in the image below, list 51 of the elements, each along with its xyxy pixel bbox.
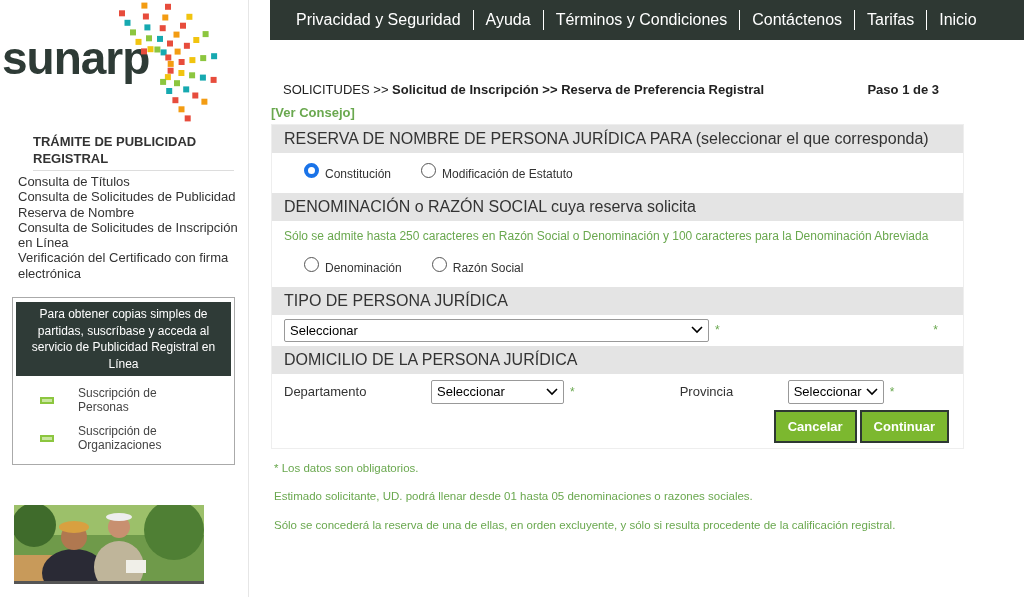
nav-link[interactable]: Tarifas bbox=[854, 10, 927, 30]
info-text: Estimado solicitante, UD. podrá llenar desde 01 hasta 05 denominaciones o razones sociales. bbox=[274, 489, 754, 505]
subscription-link[interactable]: Suscripción de Personas bbox=[78, 386, 178, 415]
field-label: Provincia bbox=[679, 383, 735, 401]
nav-link[interactable]: Privacidad y Seguridad bbox=[290, 10, 473, 30]
radio-label: Denominación bbox=[325, 259, 402, 277]
hint-text: Sólo se admite hasta 250 caracteres en Razón Social o Denominación y 100 caracteres para la Denominación Abreviada bbox=[283, 227, 930, 245]
sidebar-title: TRÁMITE DE PUBLICIDAD REGISTRAL bbox=[33, 133, 234, 171]
select-field[interactable]: Seleccionar bbox=[787, 380, 884, 404]
radio-option[interactable]: Modificación de Estatuto bbox=[421, 164, 573, 183]
radio-button[interactable] bbox=[304, 257, 319, 272]
radio-label: Constitución bbox=[325, 165, 392, 183]
info-text: * Los datos son obligatorios. bbox=[274, 461, 420, 476]
radio-button[interactable] bbox=[304, 163, 319, 178]
chevron-down-icon bbox=[546, 387, 558, 396]
select-field[interactable]: Seleccionar bbox=[431, 380, 564, 404]
section-header: RESERVA DE NOMBRE DE PERSONA JURÍDICA PARA (seleccionar el que corresponda) bbox=[272, 124, 963, 153]
breadcrumb: SOLICITUDES >> Solicitud de Inscripción >> Reserva de Preferencia Registral bbox=[283, 81, 765, 99]
radio-option[interactable]: Razón Social bbox=[431, 258, 524, 277]
chevron-down-icon bbox=[691, 326, 703, 335]
radio-label: Razón Social bbox=[452, 259, 524, 277]
section-header: DOMICILIO DE LA PERSONA JURÍDICA bbox=[272, 346, 963, 374]
info-text: Sólo se concederá la reserva de una de ellas, en orden excluyente, y sólo si resulta procedente de la calificación registral. bbox=[274, 517, 897, 533]
sidebar-link[interactable]: Reserva de Nombre bbox=[18, 204, 243, 220]
radio-button[interactable] bbox=[431, 257, 447, 272]
field-label: Departamento bbox=[284, 383, 368, 401]
nav-link[interactable]: Términos y Condiciones bbox=[542, 10, 740, 30]
nav-link[interactable]: Ayuda bbox=[472, 10, 543, 30]
nav-link[interactable]: Contáctenos bbox=[739, 10, 855, 30]
sidebar-link[interactable]: Verificación del Certificado con firma electrónica bbox=[18, 250, 243, 282]
chevron-down-icon bbox=[865, 387, 878, 396]
section-header: DENOMINACIÓN o RAZÓN SOCIAL cuya reserva solicita bbox=[272, 192, 963, 221]
bullet-icon bbox=[40, 434, 54, 442]
step-indicator: Paso 1 de 3 bbox=[867, 81, 939, 99]
section-header: TIPO DE PERSONA JURÍDICA bbox=[272, 286, 963, 315]
nav-link[interactable]: Inicio bbox=[926, 10, 989, 30]
required-mark: * bbox=[933, 322, 938, 340]
subscription-link[interactable]: Suscripción de Organizaciones bbox=[78, 424, 178, 453]
radio-option[interactable]: Constitución bbox=[304, 164, 392, 183]
required-mark: * bbox=[715, 322, 720, 340]
radio-option[interactable]: Denominación bbox=[304, 258, 402, 277]
sidebar-link[interactable]: Consulta de Títulos bbox=[18, 174, 243, 190]
radio-label: Modificación de Estatuto bbox=[442, 165, 573, 183]
bullet-icon bbox=[40, 396, 54, 404]
sidebar-link[interactable]: Consulta de Solicitudes de Inscripción en Línea bbox=[18, 219, 243, 251]
promo-text: Para obtener copias simples de partidas, suscríbase y acceda al servicio de Publicidad Registral en Línea bbox=[16, 302, 231, 377]
required-mark: * bbox=[889, 383, 895, 401]
radio-button[interactable] bbox=[421, 163, 437, 178]
required-mark: * bbox=[570, 383, 575, 401]
select-field[interactable]: Seleccionar bbox=[284, 318, 709, 342]
sidebar-link[interactable]: Consulta de Solicitudes de Publicidad bbox=[18, 189, 243, 205]
